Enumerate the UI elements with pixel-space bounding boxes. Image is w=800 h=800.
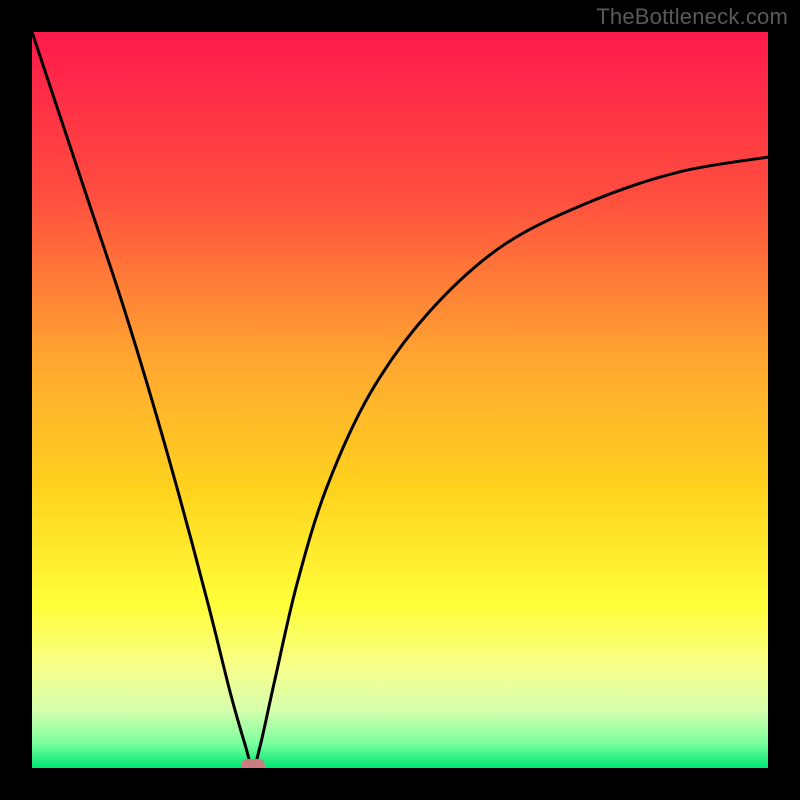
chart-frame: TheBottleneck.com (0, 0, 800, 800)
optimal-marker (241, 759, 265, 768)
attribution-text: TheBottleneck.com (596, 4, 788, 30)
bottleneck-curve (32, 32, 768, 768)
plot-area (32, 32, 768, 768)
curve-layer (32, 32, 768, 768)
